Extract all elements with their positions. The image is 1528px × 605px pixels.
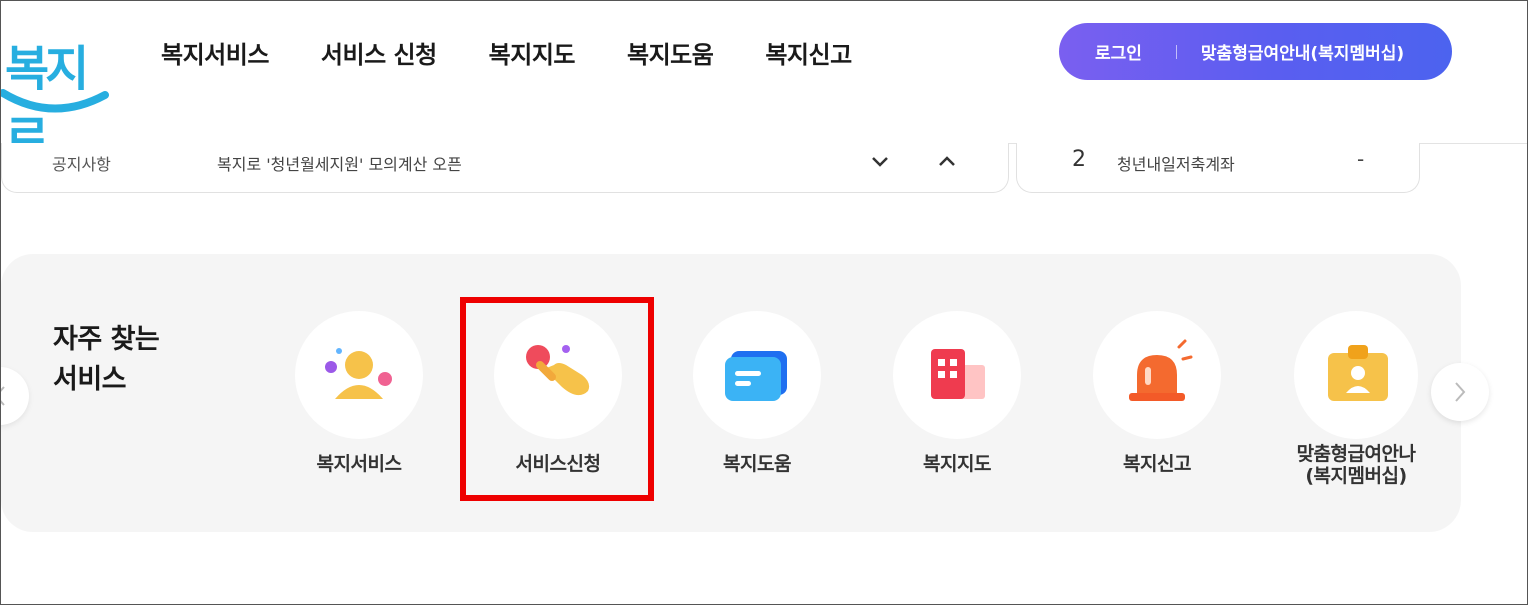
service-item-welfare-map[interactable]: 복지지도: [882, 311, 1032, 475]
chevron-up-icon[interactable]: [935, 149, 959, 173]
user-menu-pill: 로그인 맞춤형급여안내(복지멤버십): [1059, 23, 1452, 80]
service-label: 맞춤형급여안나 (복지멤버십): [1281, 443, 1431, 487]
service-icon-circle: [1093, 311, 1221, 439]
nav-welfare-help[interactable]: 복지도움: [627, 35, 714, 70]
notice-label: 공지사항: [52, 155, 111, 174]
siren-icon: [1129, 339, 1193, 401]
page: 복지로 복지서비스 서비스 신청 복지지도 복지도움 복지신고 로그인 맞춤형급…: [0, 0, 1528, 605]
service-item-welfare-report[interactable]: 복지신고: [1082, 311, 1232, 475]
building-map-icon: [931, 349, 985, 399]
chat-card-icon: [725, 351, 787, 401]
service-label: 복지신고: [1123, 453, 1191, 475]
service-label-line1: 맞춤형급여안나: [1296, 443, 1416, 465]
rank-number: 2: [1072, 147, 1086, 172]
title-line2: 서비스: [53, 364, 127, 395]
service-icon-circle: [295, 311, 423, 439]
service-item-service-apply[interactable]: 서비스신청: [483, 311, 633, 475]
login-button[interactable]: 로그인: [1095, 39, 1142, 64]
logo[interactable]: 복지로: [1, 15, 113, 167]
notice-link[interactable]: 복지로 '청년월세지원' 모의계산 오픈: [217, 151, 462, 175]
notice-bar: 공지사항 복지로 '청년월세지원' 모의계산 오픈: [1, 143, 1009, 193]
service-icon-circle: [1294, 311, 1418, 439]
service-label: 복지지도: [923, 453, 991, 475]
popular-ranking-bar: 2 청년내일저축계좌 -: [1016, 143, 1420, 193]
id-badge-icon: [1328, 345, 1388, 401]
membership-button[interactable]: 맞춤형급여안내(복지멤버십): [1201, 39, 1404, 64]
chevron-left-icon: [1, 386, 5, 406]
logo-smile-icon: [1, 89, 109, 113]
nav-welfare-map[interactable]: 복지지도: [489, 35, 576, 70]
service-item-welfare-help[interactable]: 복지도움: [682, 311, 832, 475]
pill-divider: [1175, 44, 1177, 59]
service-item-welfare-service[interactable]: 복지서비스: [284, 311, 434, 475]
rank-link[interactable]: 청년내일저축계좌: [1117, 151, 1235, 175]
service-label: 복지서비스: [316, 453, 402, 475]
nav-welfare-report[interactable]: 복지신고: [765, 35, 852, 70]
service-item-membership[interactable]: 맞춤형급여안나 (복지멤버십): [1281, 311, 1431, 487]
nav-welfare-service[interactable]: 복지서비스: [161, 35, 269, 70]
site-header: 복지로 복지서비스 서비스 신청 복지지도 복지도움 복지신고 로그인 맞춤형급…: [1, 1, 1527, 167]
nav-service-apply[interactable]: 서비스 신청: [321, 35, 437, 70]
carousel-prev-button[interactable]: [1, 367, 29, 425]
person-bubbles-icon: [325, 348, 392, 399]
hand-pointer-icon: [526, 345, 590, 396]
title-line1: 자주 찾는: [53, 324, 160, 355]
chevron-right-icon: [1455, 382, 1466, 402]
frequent-services-title: 자주 찾는 서비스: [53, 320, 160, 400]
service-icon-circle: [494, 311, 622, 439]
service-icon-circle: [893, 311, 1021, 439]
rank-change: -: [1357, 147, 1365, 171]
service-label-line2: (복지멤버십): [1305, 465, 1407, 487]
service-label: 서비스신청: [515, 453, 601, 475]
service-icon-circle: [693, 311, 821, 439]
main-nav: 복지서비스 서비스 신청 복지지도 복지도움 복지신고: [161, 35, 904, 70]
service-label: 복지도움: [723, 453, 791, 475]
chevron-down-icon[interactable]: [868, 149, 892, 173]
carousel-next-button[interactable]: [1431, 363, 1489, 421]
